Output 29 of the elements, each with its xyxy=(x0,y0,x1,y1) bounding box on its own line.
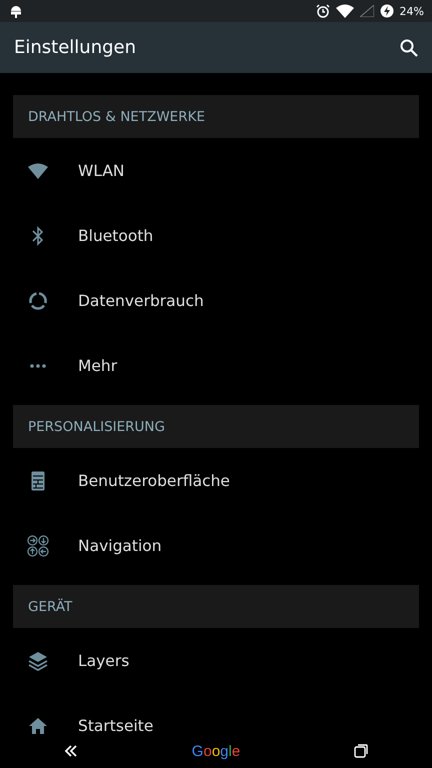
settings-item[interactable]: Mehr xyxy=(78,356,118,374)
cell-signal-icon xyxy=(360,5,374,17)
settings-item[interactable]: WLAN xyxy=(78,162,125,180)
settings-item[interactable]: Bluetooth xyxy=(78,226,154,244)
settings-item[interactable]: Startseite xyxy=(78,716,154,734)
back-icon[interactable] xyxy=(64,745,78,757)
wifi-signal-icon xyxy=(336,4,354,18)
bluetooth-icon xyxy=(32,226,44,246)
settings-item[interactable]: Datenverbrauch xyxy=(78,292,204,310)
search-icon[interactable] xyxy=(400,38,418,56)
more-icon xyxy=(30,364,46,368)
settings-item[interactable]: Navigation xyxy=(78,536,162,554)
battery-charging-icon xyxy=(380,4,394,18)
phone-icon xyxy=(31,470,45,490)
layers-icon xyxy=(28,650,48,670)
window-title: Einstellungen xyxy=(14,37,138,58)
section-header: PERSONALISIERUNG xyxy=(13,405,419,448)
battery-level: 24% xyxy=(400,4,424,18)
data-usage-icon xyxy=(28,290,48,310)
section-header: GERÄT xyxy=(13,585,419,628)
home-icon xyxy=(29,718,47,734)
alarm-icon xyxy=(316,4,330,18)
settings-item[interactable]: Layers xyxy=(78,652,130,670)
settings-item[interactable]: Benutzeroberfläche xyxy=(78,472,230,490)
recents-icon[interactable] xyxy=(354,744,368,758)
google-logo[interactable]: Google xyxy=(192,742,240,760)
section-header: DRAHTLOS & NETZWERKE xyxy=(13,95,419,138)
wifi-icon xyxy=(28,162,48,178)
arrow-circles-icon xyxy=(27,534,49,556)
